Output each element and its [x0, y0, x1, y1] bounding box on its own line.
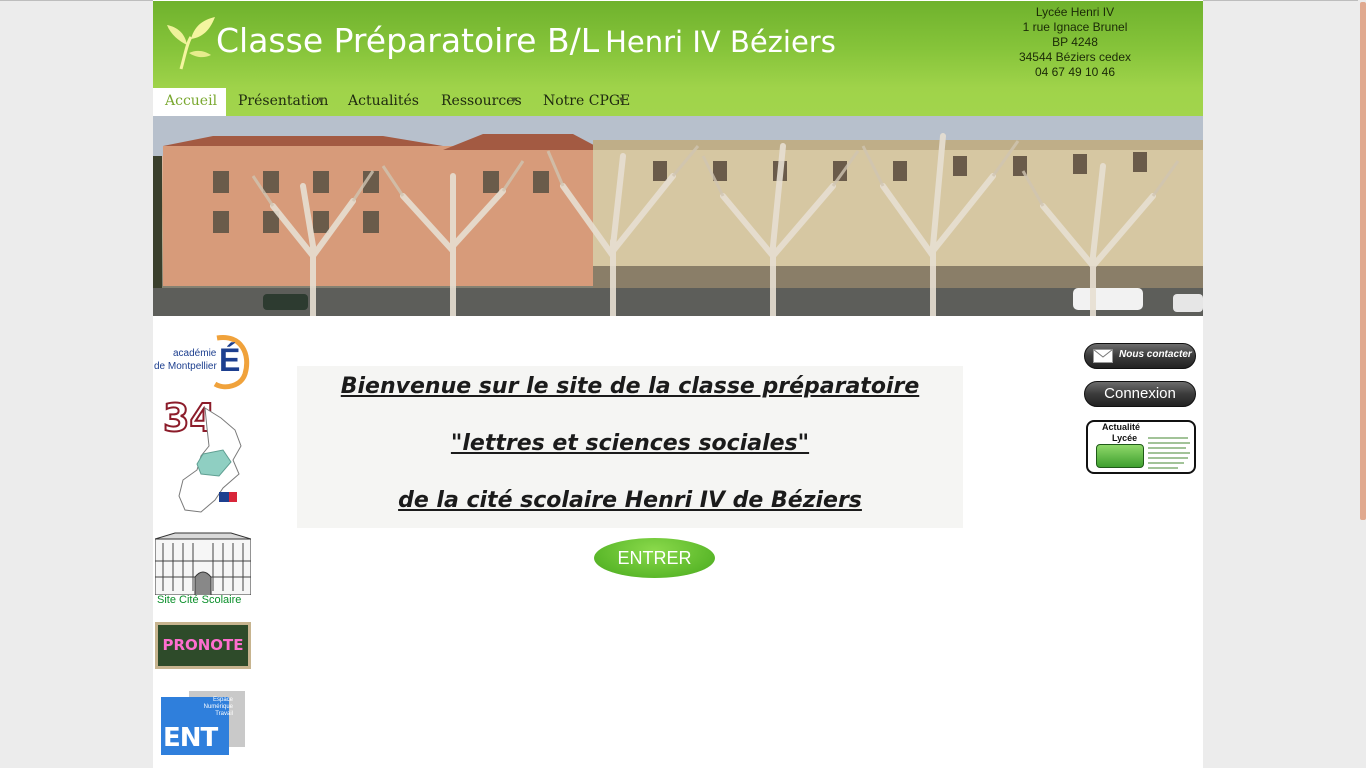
cite-scolaire-logo[interactable]: Site Cité Scolaire	[155, 531, 251, 609]
pronote-board: PRONOTE	[158, 625, 248, 666]
building-drawing-icon	[155, 532, 251, 595]
school-banner-photo	[153, 116, 1203, 316]
region-map-icon	[178, 407, 242, 513]
pronote-label: PRONOTE	[162, 636, 244, 654]
academie-montpellier-logo[interactable]: académie de Montpellier É	[153, 328, 253, 390]
site-title[interactable]: Classe Préparatoire B/L Henri IV Béziers	[216, 21, 836, 60]
login-label: Connexion	[1104, 385, 1176, 402]
nav-item-label: Présentation	[238, 93, 329, 109]
leaf-logo-icon	[167, 17, 215, 70]
address-phone: 04 67 49 10 46	[1034, 65, 1116, 79]
dropdown-arrow-icon: ▼	[318, 96, 324, 104]
dropdown-arrow-icon: ▼	[619, 96, 625, 104]
address-line: 34544 Béziers cedex	[1018, 50, 1132, 64]
address-line: Lycée Henri IV	[1035, 5, 1115, 19]
welcome-line-1: Bienvenue sur le site de la classe prépa…	[340, 374, 920, 399]
pronote-logo[interactable]: PRONOTE	[155, 622, 251, 669]
dropdown-arrow-icon: ▼	[511, 96, 517, 104]
nav-item-presentation[interactable]: Présentation ▼	[238, 88, 328, 116]
news-title-2: Lycée	[1112, 433, 1138, 443]
nav-item-actualites[interactable]: Actualités	[348, 88, 419, 116]
nav-item-label: Notre CPGE	[543, 93, 631, 109]
page-container: Classe Préparatoire B/L Henri IV Béziers …	[153, 0, 1203, 768]
ent-letters: ENT	[163, 723, 218, 753]
nav-item-ressources[interactable]: Ressources ▼	[441, 88, 522, 116]
address-line: BP 4248	[1052, 35, 1098, 49]
nav-item-notre-cpge[interactable]: Notre CPGE ▼	[543, 88, 630, 116]
news-green-panel	[1096, 444, 1144, 468]
nav-item-label: Ressources	[441, 93, 522, 109]
news-lycee-link[interactable]: Actualité Lycée	[1086, 420, 1196, 474]
academie-line1: académie	[173, 348, 217, 359]
departement-34-logo[interactable]: 34	[161, 395, 247, 518]
ent-logo[interactable]: Espace Numérique Travail ENT	[159, 691, 245, 757]
academie-line2: de Montpellier	[154, 361, 217, 372]
contact-label: Nous contacter	[1119, 349, 1192, 360]
banner-illustration	[153, 116, 1203, 316]
academie-letter: É	[219, 342, 241, 378]
login-button[interactable]: Connexion	[1084, 381, 1196, 407]
site-title-sub: Henri IV Béziers	[605, 25, 836, 59]
site-title-main: Classe Préparatoire B/L	[216, 21, 600, 60]
envelope-icon	[1093, 349, 1113, 363]
site-header: Classe Préparatoire B/L Henri IV Béziers …	[153, 1, 1203, 88]
scrollbar-thumb[interactable]	[1360, 2, 1366, 520]
welcome-banner: Bienvenue sur le site de la classe prépa…	[297, 366, 963, 528]
welcome-line-3: de la cité scolaire Henri IV de Béziers	[398, 488, 862, 513]
ent-text: Espace Numérique Travail	[203, 697, 233, 717]
address-line: 1 rue Ignace Brunel	[1022, 20, 1128, 34]
cite-scolaire-label: Site Cité Scolaire	[157, 594, 242, 606]
news-text-lines-icon	[1148, 437, 1190, 469]
news-title-1: Actualité	[1102, 422, 1141, 432]
main-nav: Accueil Présentation ▼ Actualités Ressou…	[153, 88, 1203, 116]
school-address: Lycée Henri IV 1 rue Ignace Brunel BP 42…	[995, 5, 1155, 80]
welcome-line-2: "lettres et sciences sociales"	[450, 431, 810, 456]
nav-item-accueil[interactable]: Accueil	[153, 88, 226, 116]
contact-button[interactable]: Nous contacter	[1084, 343, 1196, 369]
enter-button[interactable]: ENTRER	[594, 538, 715, 578]
